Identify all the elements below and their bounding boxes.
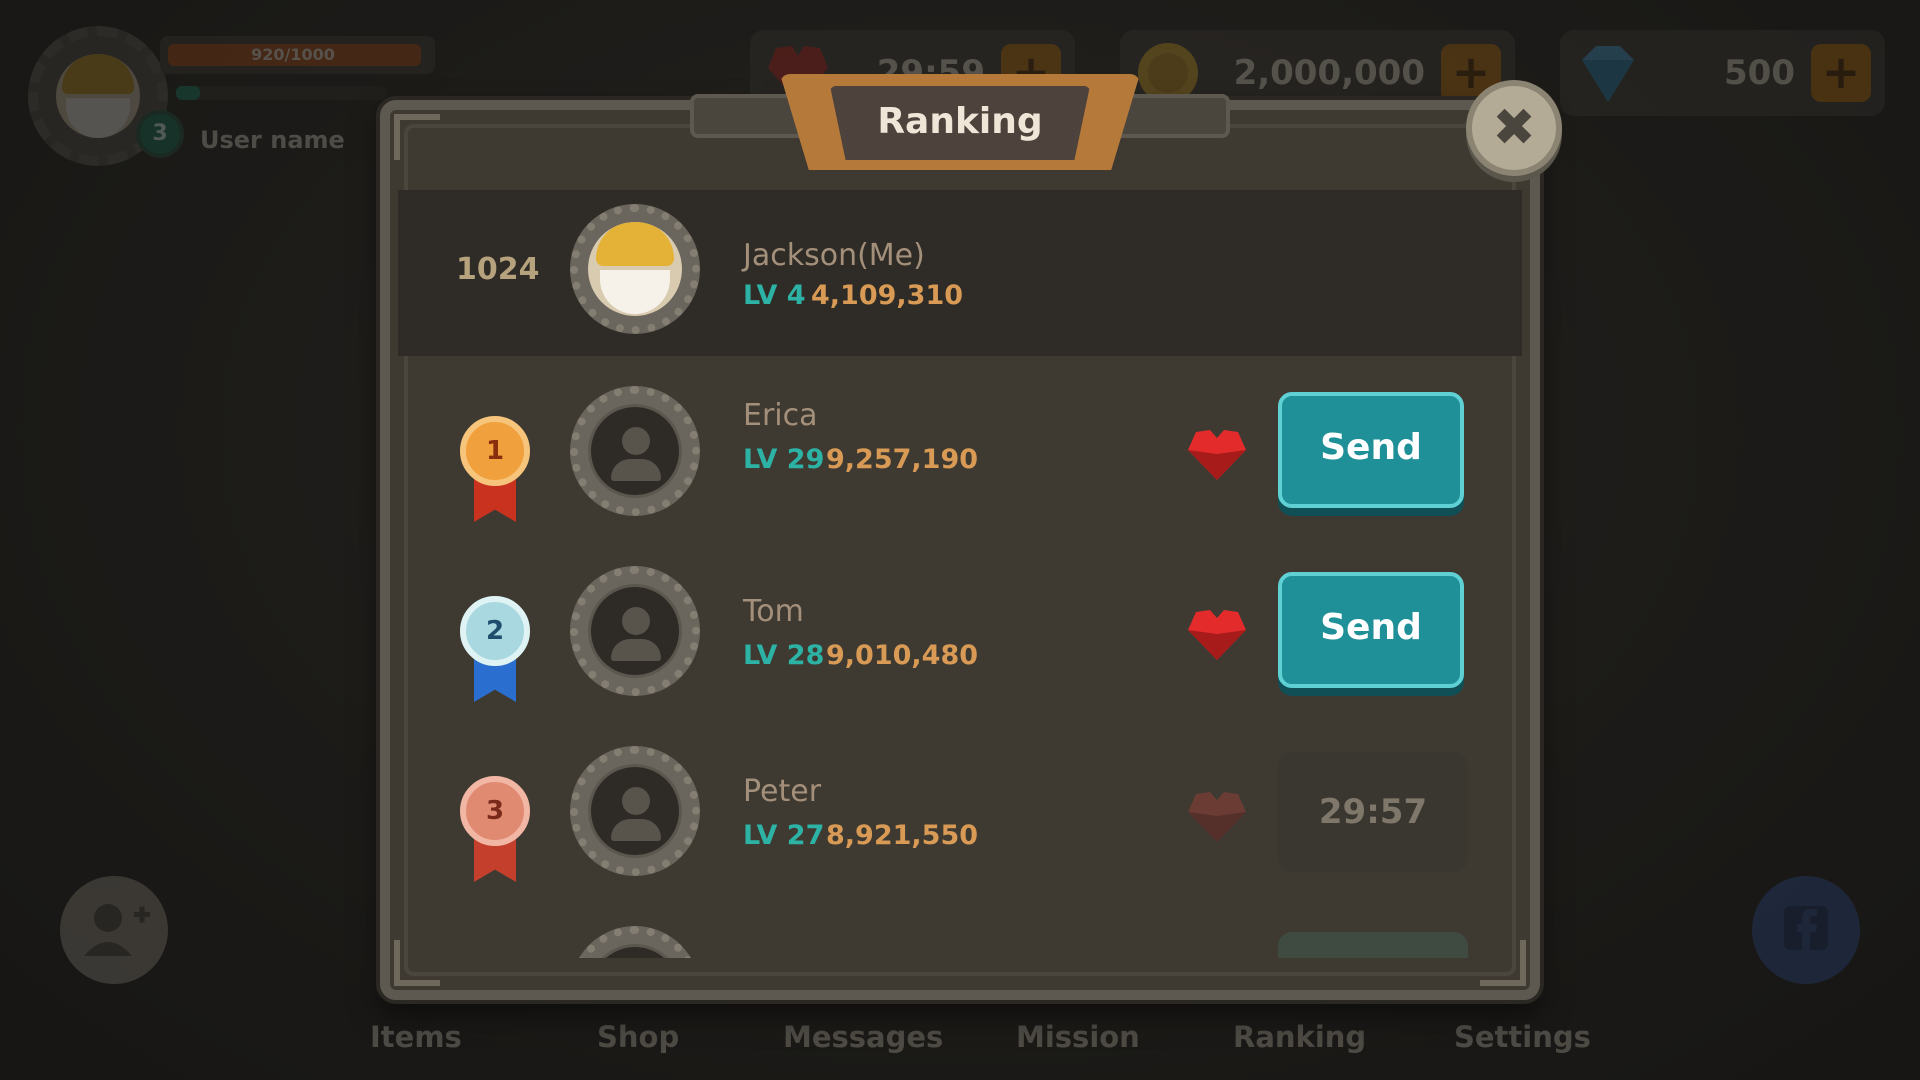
player-name: Peter	[743, 774, 822, 809]
player-score: 9,010,480	[826, 640, 979, 671]
ranking-list[interactable]: 1 Erica LV 29 9,257,190 Send 2 Tom LV 28…	[398, 356, 1522, 958]
user-silhouette-icon	[588, 944, 682, 958]
send-heart-button[interactable]: Send	[1278, 392, 1464, 508]
user-silhouette-icon	[588, 404, 682, 498]
rank-number: 2	[485, 616, 505, 646]
send-button-label: Send	[1320, 427, 1422, 468]
modal-title: Ranking	[877, 101, 1043, 142]
list-item: 1 Erica LV 29 9,257,190 Send	[398, 356, 1522, 536]
my-rank-row: 1024 Jackson(Me) LV 4 4,109,310	[398, 190, 1522, 356]
player-score: 9,257,190	[826, 444, 979, 475]
knight-avatar-icon	[588, 222, 682, 316]
silver-medal-icon: 2	[460, 596, 530, 706]
player-avatar[interactable]	[570, 746, 700, 876]
modal-title-plate: Ranking	[690, 74, 1230, 174]
player-level: LV 29	[743, 444, 825, 475]
player-avatar[interactable]	[570, 566, 700, 696]
player-avatar[interactable]	[570, 926, 700, 958]
list-item: 3 Peter LV 27 8,921,550 29:57	[398, 716, 1522, 896]
list-item	[398, 896, 1522, 958]
close-button[interactable]: ✖	[1466, 80, 1562, 176]
send-button-label: Send	[1320, 607, 1422, 648]
player-avatar[interactable]	[570, 386, 700, 516]
bronze-medal-icon: 3	[460, 776, 530, 886]
user-silhouette-icon	[588, 584, 682, 678]
cooldown-timer: 29:57	[1278, 752, 1468, 872]
my-avatar[interactable]	[570, 204, 700, 334]
cooldown-timer-label: 29:57	[1318, 792, 1428, 832]
player-level: LV 28	[743, 640, 825, 671]
user-silhouette-icon	[588, 764, 682, 858]
close-icon: ✖	[1492, 98, 1536, 158]
my-level: LV 4	[743, 280, 806, 311]
player-score: 8,921,550	[826, 820, 979, 851]
send-heart-button[interactable]: Send	[1278, 572, 1464, 688]
rank-number: 1	[485, 436, 505, 466]
heart-icon	[1188, 610, 1246, 660]
my-name: Jackson(Me)	[743, 238, 925, 273]
my-score: 4,109,310	[811, 280, 964, 311]
heart-icon	[1188, 430, 1246, 480]
rank-number: 3	[485, 796, 505, 826]
player-name: Tom	[743, 594, 804, 629]
heart-icon-disabled	[1188, 792, 1246, 842]
player-name: Erica	[743, 398, 818, 433]
list-item: 2 Tom LV 28 9,010,480 Send	[398, 536, 1522, 716]
next-action-button[interactable]	[1278, 932, 1468, 958]
my-rank-number: 1024	[456, 252, 540, 287]
gold-medal-icon: 1	[460, 416, 530, 526]
player-level: LV 27	[743, 820, 825, 851]
